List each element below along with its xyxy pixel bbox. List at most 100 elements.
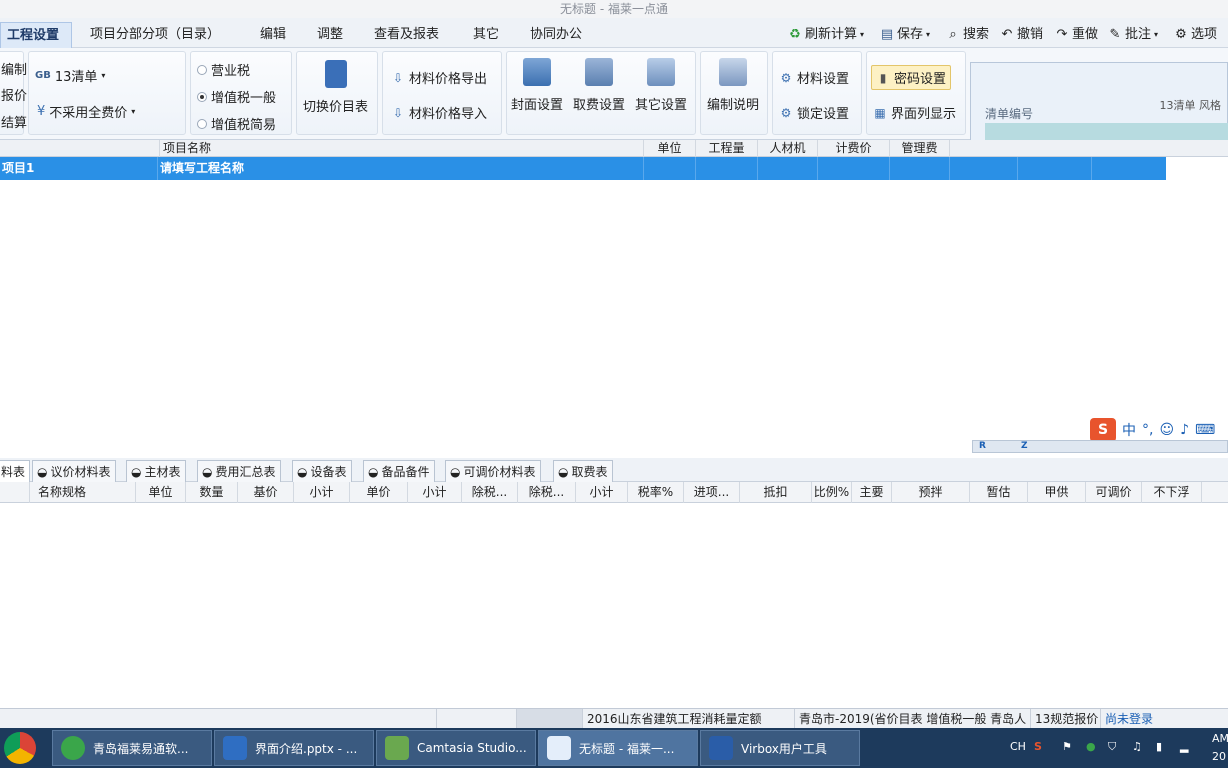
- row-cell[interactable]: [758, 157, 818, 180]
- cover-settings-button[interactable]: 封面设置: [511, 58, 563, 113]
- row-name-cell[interactable]: 请填写工程名称: [158, 157, 644, 180]
- tab-material-list[interactable]: 料表: [0, 460, 30, 482]
- menu-tab-edit[interactable]: 编辑: [254, 22, 292, 48]
- grid-col-quantity[interactable]: 工程量: [696, 140, 758, 157]
- menu-tab-view-reports[interactable]: 查看及报表: [368, 22, 445, 48]
- grid-col-unit[interactable]: 单位: [644, 140, 696, 157]
- material-settings-button[interactable]: ⚙ 材料设置: [779, 68, 849, 88]
- col-adjustable[interactable]: 可调价: [1086, 482, 1142, 503]
- col-ex-tax-1[interactable]: 除税...: [462, 482, 518, 503]
- row-cell[interactable]: [1018, 157, 1092, 180]
- col-name-spec[interactable]: 名称规格: [30, 482, 136, 503]
- col-index[interactable]: [0, 482, 30, 503]
- column-display-button[interactable]: ▦ 界面列显示: [873, 103, 956, 123]
- menu-tab-adjust[interactable]: 调整: [311, 22, 349, 48]
- keyboard-icon[interactable]: ⌨: [1195, 422, 1215, 438]
- row-cell[interactable]: [818, 157, 890, 180]
- tray-green-icon[interactable]: ●: [1086, 740, 1096, 753]
- ime-punct-toggle[interactable]: °,: [1142, 422, 1153, 438]
- refresh-calc-button[interactable]: ♻ 刷新计算 ▾: [788, 22, 864, 48]
- col-unit[interactable]: 单位: [136, 482, 186, 503]
- tab-equipment[interactable]: ◒ 设备表: [292, 460, 352, 482]
- taskbar-item-fulai[interactable]: 无标题 - 福莱一...: [538, 730, 698, 766]
- mode-settle-button[interactable]: 结算: [1, 112, 27, 131]
- tab-fee-table[interactable]: ◒ 取费表: [553, 460, 613, 482]
- redo-button[interactable]: ↷ 重做: [1055, 22, 1098, 48]
- menu-tab-sections[interactable]: 项目分部分项（目录）: [84, 22, 226, 48]
- mode-compile-button[interactable]: 编制: [1, 59, 27, 78]
- row-code-cell[interactable]: 项目1: [0, 157, 158, 180]
- tab-spare-parts[interactable]: ◒ 备品备件: [363, 460, 435, 482]
- col-subtotal-2[interactable]: 小计: [408, 482, 462, 503]
- taskbar-item-virbox[interactable]: Virbox用户工具: [700, 730, 860, 766]
- chrome-icon[interactable]: [4, 732, 36, 764]
- grid-col-code[interactable]: [0, 140, 160, 157]
- tab-negotiated-materials[interactable]: ◒ 议价材料表: [32, 460, 116, 482]
- tax-radio-business[interactable]: 营业税: [197, 60, 250, 79]
- microphone-icon[interactable]: ♪: [1180, 422, 1189, 438]
- tax-radio-vat-simple[interactable]: 增值税简易: [197, 114, 276, 133]
- tax-radio-vat-general[interactable]: 增值税一般: [197, 87, 276, 106]
- col-ratio[interactable]: 比例%: [812, 482, 852, 503]
- taskbar-item-ppt[interactable]: 界面介绍.pptx - ...: [214, 730, 374, 766]
- menu-tab-other[interactable]: 其它: [467, 22, 505, 48]
- material-export-button[interactable]: ⇩ 材料价格导出: [391, 68, 487, 88]
- search-button[interactable]: ⌕ 搜索: [946, 22, 989, 48]
- menu-tab-project-settings[interactable]: 工程设置: [0, 22, 72, 48]
- mini-z-button[interactable]: Z: [1021, 441, 1028, 451]
- tray-ime-icon[interactable]: S: [1034, 740, 1042, 753]
- switch-catalog-button[interactable]: 切换价目表: [303, 60, 368, 115]
- grid-col-labor-material[interactable]: 人材机: [758, 140, 818, 157]
- tray-battery-icon[interactable]: ▮: [1156, 740, 1162, 753]
- tray-volume-icon[interactable]: ♫: [1132, 740, 1142, 753]
- row-cell[interactable]: [696, 157, 758, 180]
- clock-date[interactable]: 20: [1212, 750, 1226, 763]
- bill-code-input[interactable]: [985, 123, 1228, 141]
- col-tax-rate[interactable]: 税率%: [628, 482, 684, 503]
- tab-adjustable-materials[interactable]: ◒ 可调价材料表: [445, 460, 541, 482]
- row-cell[interactable]: [890, 157, 950, 180]
- tray-network-icon[interactable]: ▂: [1180, 740, 1188, 753]
- row-cell[interactable]: [644, 157, 696, 180]
- tray-shield-icon[interactable]: ⛉: [1108, 740, 1116, 754]
- grid-col-fee-price[interactable]: 计费价: [818, 140, 890, 157]
- taskbar-item-camtasia[interactable]: Camtasia Studio...: [376, 730, 536, 766]
- col-main[interactable]: 主要: [852, 482, 892, 503]
- fee-settings-button[interactable]: 取费设置: [573, 58, 625, 113]
- material-import-button[interactable]: ⇩ 材料价格导入: [391, 103, 487, 123]
- sogou-ime-icon[interactable]: S: [1090, 418, 1116, 442]
- col-unit-price[interactable]: 单价: [350, 482, 408, 503]
- tab-main-materials[interactable]: ◒ 主材表: [126, 460, 186, 482]
- tray-flag-icon[interactable]: ⚑: [1062, 740, 1072, 753]
- grid-col-name[interactable]: 项目名称: [160, 140, 644, 157]
- save-button[interactable]: ▤ 保存 ▾: [880, 22, 930, 48]
- clock-ampm[interactable]: AM: [1212, 732, 1228, 745]
- row-cell[interactable]: [1092, 157, 1166, 180]
- tray-language[interactable]: CH: [1010, 740, 1026, 753]
- gb-standard-select[interactable]: GB 13清单 ▾: [35, 66, 105, 85]
- undo-button[interactable]: ↶ 撤销: [1000, 22, 1043, 48]
- col-provisional[interactable]: 暂估: [970, 482, 1028, 503]
- col-base-price[interactable]: 基价: [238, 482, 294, 503]
- mini-r-button[interactable]: R: [979, 441, 986, 451]
- emoji-icon[interactable]: ☺: [1159, 422, 1174, 438]
- grid-col-management-fee[interactable]: 管理费: [890, 140, 950, 157]
- row-cell[interactable]: [950, 157, 1018, 180]
- col-qty[interactable]: 数量: [186, 482, 238, 503]
- col-owner-supplied[interactable]: 甲供: [1028, 482, 1086, 503]
- col-premix[interactable]: 预拌: [892, 482, 970, 503]
- password-settings-button[interactable]: ▮ 密码设置: [871, 65, 952, 90]
- table-row[interactable]: 项目1 请填写工程名称: [0, 157, 1166, 180]
- mode-quote-button[interactable]: 报价: [1, 85, 27, 104]
- compile-notes-button[interactable]: 编制说明: [707, 58, 759, 113]
- col-deduct[interactable]: 抵扣: [740, 482, 812, 503]
- tab-fee-summary[interactable]: ◒ 费用汇总表: [197, 460, 281, 482]
- status-login-link[interactable]: 尚未登录: [1100, 709, 1228, 729]
- lock-settings-button[interactable]: ⚙ 锁定设置: [779, 103, 849, 123]
- col-no-float[interactable]: 不下浮: [1142, 482, 1202, 503]
- col-subtotal-3[interactable]: 小计: [576, 482, 628, 503]
- menu-tab-collab[interactable]: 协同办公: [524, 22, 588, 48]
- col-subtotal[interactable]: 小计: [294, 482, 350, 503]
- price-mode-select[interactable]: ¥ 不采用全费价 ▾: [37, 102, 135, 121]
- annotate-button[interactable]: ✎ 批注 ▾: [1108, 22, 1158, 48]
